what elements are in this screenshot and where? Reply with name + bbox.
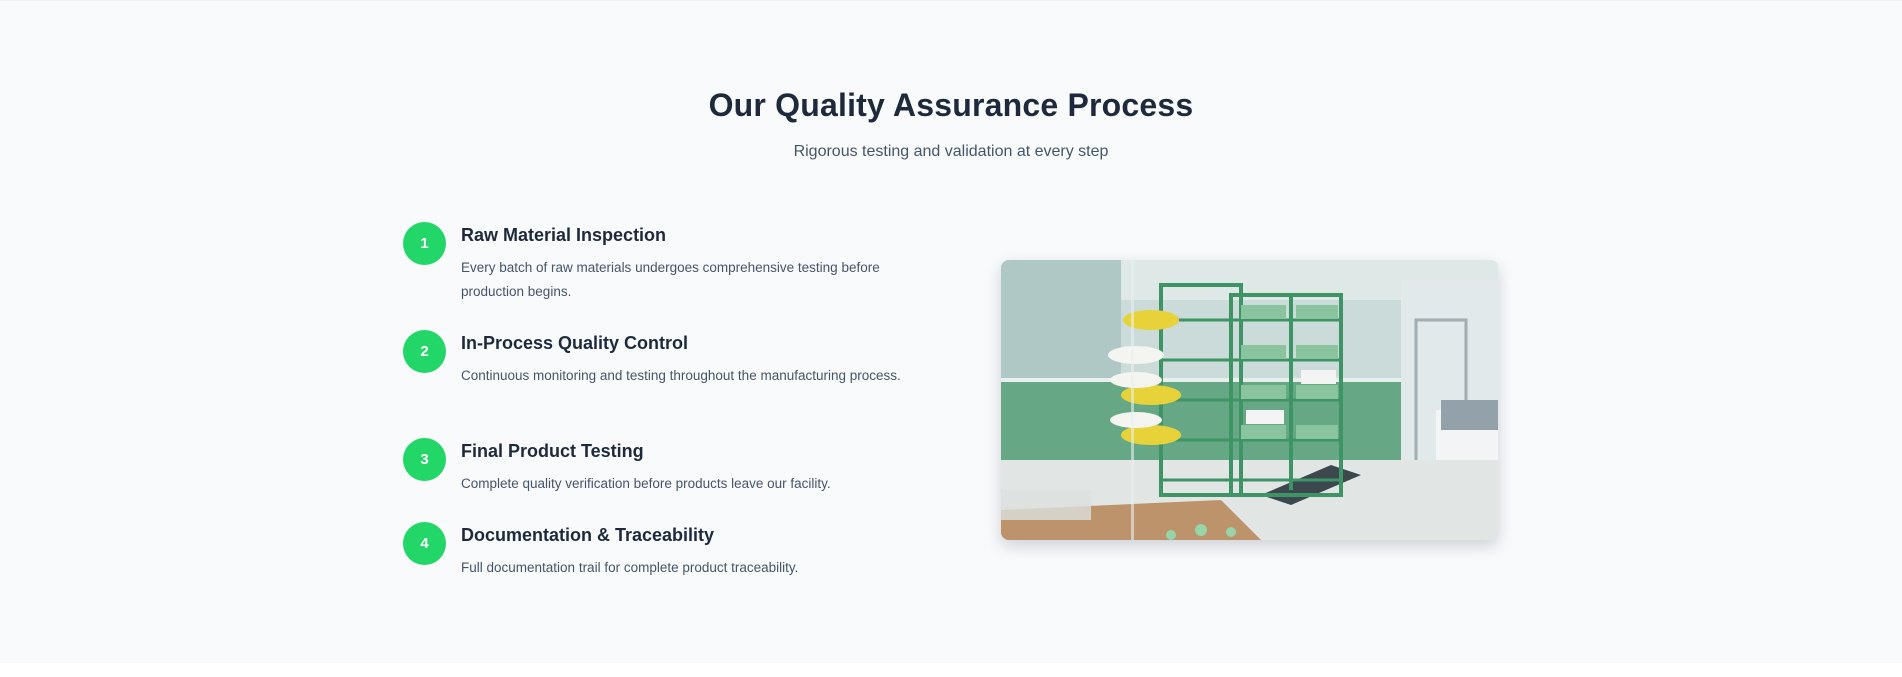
step-description: Every batch of raw materials undergoes c…	[461, 260, 880, 299]
step-number-badge: 3	[403, 438, 446, 481]
step-number-badge: 4	[403, 522, 446, 565]
step-description: Continuous monitoring and testing throug…	[461, 368, 901, 383]
step-title: Documentation & Traceability	[461, 525, 715, 545]
section-title: Our Quality Assurance Process	[708, 87, 1194, 123]
step-description: Complete quality verification before pro…	[461, 476, 831, 491]
section-subtitle: Rigorous testing and validation at every…	[793, 143, 1109, 160]
step-title: In-Process Quality Control	[461, 333, 689, 353]
step-title: Raw Material Inspection	[461, 225, 667, 245]
warehouse-photo	[1001, 260, 1498, 540]
step-title: Final Product Testing	[461, 441, 644, 461]
step-description: Full documentation trail for complete pr…	[461, 560, 799, 575]
step-number-badge: 1	[403, 222, 446, 265]
quality-process-section: Our Quality Assurance Process Rigorous t…	[0, 0, 1902, 663]
step-number-badge: 2	[403, 330, 446, 373]
warehouse-illustration	[1001, 260, 1498, 540]
